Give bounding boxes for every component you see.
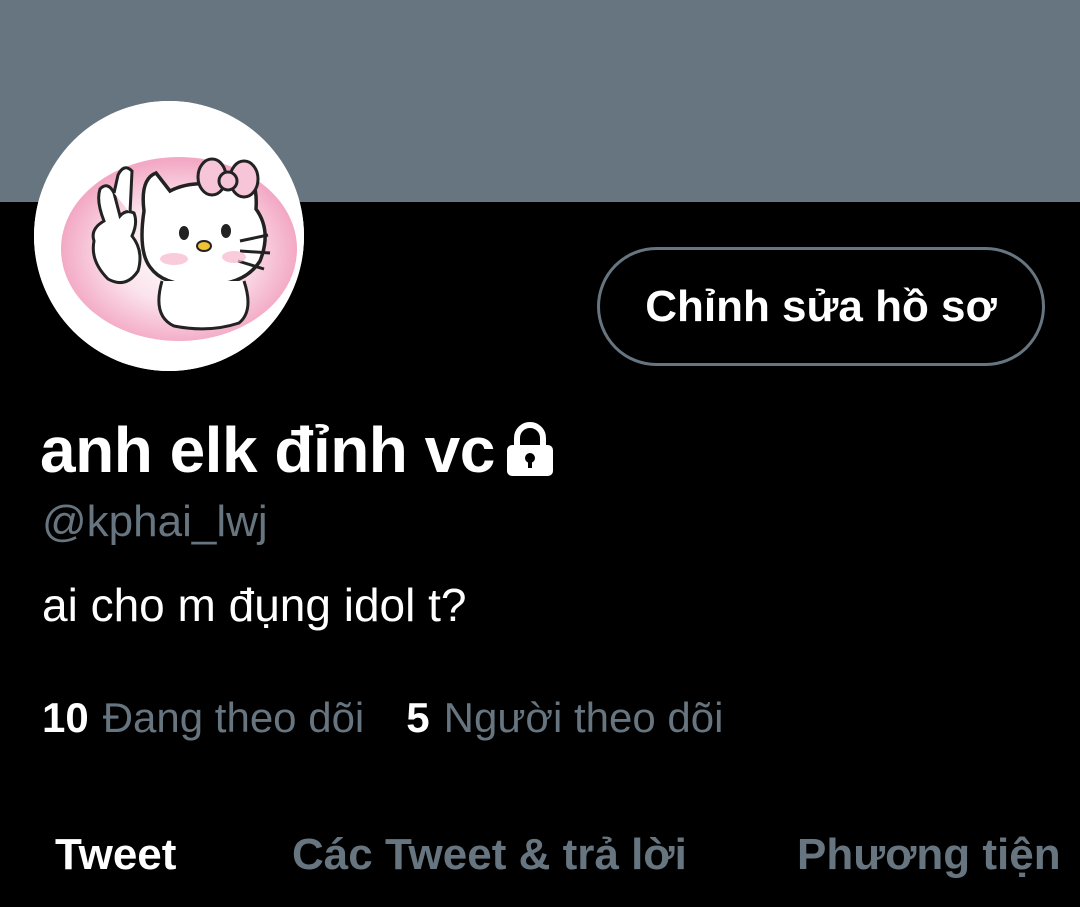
profile-tabs: Tweet Các Tweet & trả lời Phương tiện	[0, 820, 1080, 907]
profile-stats: 10 Đang theo dõi 5 Người theo dõi	[42, 694, 723, 742]
tab-tweets[interactable]: Tweet	[55, 830, 176, 880]
profile-avatar[interactable]	[34, 101, 304, 371]
following-link[interactable]: 10 Đang theo dõi	[42, 694, 364, 742]
display-name-row: anh elk đỉnh vc	[40, 412, 557, 488]
display-name: anh elk đỉnh vc	[40, 414, 495, 486]
profile-page: Chỉnh sửa hồ sơ anh elk đỉnh vc @kphai_l…	[0, 0, 1080, 907]
tab-tweets-and-replies[interactable]: Các Tweet & trả lời	[292, 830, 687, 880]
edit-profile-button[interactable]: Chỉnh sửa hồ sơ	[597, 247, 1045, 366]
profile-handle: @kphai_lwj	[42, 497, 268, 546]
lock-icon	[506, 422, 553, 476]
tab-media[interactable]: Phương tiện	[797, 830, 1061, 880]
hello-kitty-avatar-icon	[34, 101, 304, 371]
profile-bio: ai cho m đụng idol t?	[42, 579, 467, 631]
followers-link[interactable]: 5 Người theo dõi	[406, 694, 723, 742]
following-count: 10	[42, 694, 89, 741]
followers-label: Người theo dõi	[443, 694, 724, 741]
following-label: Đang theo dõi	[102, 694, 365, 741]
followers-count: 5	[406, 694, 430, 741]
